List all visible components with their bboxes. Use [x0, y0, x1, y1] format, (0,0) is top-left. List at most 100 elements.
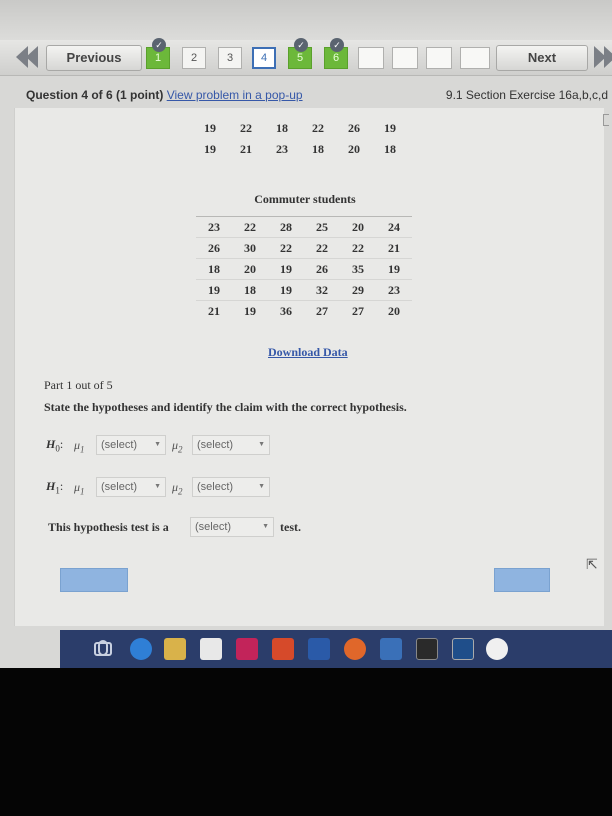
table-cell: 19 — [232, 300, 268, 322]
select-placeholder: (select) — [101, 439, 138, 451]
chevron-app-icon[interactable] — [416, 638, 438, 660]
commuter-data-table: 23 22 28 25 20 24 26 30 22 22 22 21 18 2… — [196, 216, 412, 322]
table-cell: 20 — [348, 142, 360, 156]
question-header: Question 4 of 6 (1 point) View problem i… — [14, 78, 612, 106]
chevron-down-icon: ▼ — [258, 483, 265, 490]
table-cell: 25 — [304, 216, 340, 238]
screen-bezel — [0, 626, 60, 668]
question-4-box[interactable]: 4 — [252, 47, 276, 69]
table-cell: 23 — [196, 216, 232, 238]
question-box-empty — [392, 47, 418, 69]
question-3-box[interactable]: 3 — [218, 47, 242, 69]
h1-label: H1: — [46, 479, 63, 495]
question-label: Question 4 of 6 (1 point) — [26, 88, 164, 102]
next-button[interactable]: Next — [496, 45, 588, 71]
table-cell: 23 — [276, 142, 288, 156]
media-icon[interactable] — [236, 638, 258, 660]
table-cell: 21 — [376, 237, 412, 259]
question-1-box[interactable]: ✓ 1 — [146, 38, 170, 69]
microphone-icon[interactable] — [98, 640, 108, 656]
table-cell: 27 — [340, 300, 376, 322]
h0-claim-select[interactable]: (select) ▼ — [192, 435, 270, 455]
h-symbol: H — [46, 479, 56, 493]
table-cell: 29 — [340, 279, 376, 301]
table-cell: 18 — [312, 142, 324, 156]
table-cell: 30 — [232, 237, 268, 259]
commuter-table-title: Commuter students — [254, 192, 356, 206]
select-placeholder: (select) — [197, 481, 234, 493]
test-type-line: This hypothesis test is a — [48, 520, 169, 535]
test-type-select[interactable]: (select) ▼ — [190, 517, 274, 537]
question-number: 6 — [332, 52, 340, 64]
table-cell: 36 — [268, 300, 304, 322]
table-cell: 20 — [340, 216, 376, 238]
table-cell: 22 — [268, 237, 304, 259]
select-placeholder: (select) — [195, 521, 232, 533]
download-data-link[interactable]: Download Data — [268, 345, 348, 360]
table-row: 21 19 36 27 27 20 — [196, 300, 412, 322]
table-cell: 22 — [232, 216, 268, 238]
action-button-left[interactable] — [60, 568, 128, 592]
table-cell: 18 — [232, 279, 268, 301]
chevron-down-icon: ▼ — [154, 483, 161, 490]
h0-operator-select[interactable]: (select) ▼ — [96, 435, 166, 455]
table-cell: 19 — [376, 258, 412, 280]
table-cell: 35 — [340, 258, 376, 280]
question-number: 4 — [260, 52, 268, 64]
table-cell: 22 — [304, 237, 340, 259]
question-box-empty — [358, 47, 384, 69]
table-row: 19 22 18 22 26 19 — [192, 118, 408, 139]
mu1-symbol: μ1 — [74, 480, 85, 496]
mu-subscript: 2 — [178, 486, 183, 497]
table-cell: 22 — [340, 237, 376, 259]
h-symbol: H — [46, 437, 56, 451]
question-navbar: Previous ✓ 1 2 3 4 ✓ 5 ✓ 6 Next — [0, 38, 612, 76]
cursor-icon: ⇱ — [586, 556, 598, 572]
mu2-symbol: μ2 — [172, 438, 183, 454]
first-question-arrow-icon[interactable] — [16, 46, 42, 68]
table-row: 23 22 28 25 20 24 — [196, 216, 412, 238]
mail-app-icon[interactable] — [380, 638, 402, 660]
question-5-box[interactable]: ✓ 5 — [288, 38, 312, 69]
last-question-arrow-icon[interactable] — [592, 46, 612, 68]
question-box-empty — [460, 47, 490, 69]
top-data-table: 19 22 18 22 26 19 19 21 23 18 20 18 — [192, 118, 408, 160]
scroll-handle[interactable] — [603, 114, 609, 126]
screen-bottom-bezel — [0, 668, 612, 816]
h1-claim-select[interactable]: (select) ▼ — [192, 477, 270, 497]
file-explorer-icon[interactable] — [164, 638, 186, 660]
part-label: Part 1 out of 5 — [44, 378, 113, 392]
table-cell: 18 — [196, 258, 232, 280]
table-cell: 19 — [384, 121, 396, 135]
popup-link[interactable]: View problem in a pop-up — [167, 88, 303, 102]
question-box-empty — [426, 47, 452, 69]
check-icon: ✓ — [152, 38, 166, 52]
screen-top-bezel — [0, 0, 612, 40]
table-row: 18 20 19 26 35 19 — [196, 258, 412, 280]
question-number: 5 — [296, 52, 304, 64]
check-icon: ✓ — [294, 38, 308, 52]
store-icon[interactable] — [200, 638, 222, 660]
table-cell: 28 — [268, 216, 304, 238]
app-icon[interactable] — [272, 638, 294, 660]
table-cell: 19 — [196, 279, 232, 301]
question-6-box[interactable]: ✓ 6 — [324, 38, 348, 69]
table-cell: 21 — [240, 142, 252, 156]
firefox-icon[interactable] — [344, 638, 366, 660]
previous-button[interactable]: Previous — [46, 45, 142, 71]
h1-operator-select[interactable]: (select) ▼ — [96, 477, 166, 497]
table-cell: 19 — [204, 142, 216, 156]
mail-icon[interactable] — [452, 638, 474, 660]
table-cell: 22 — [312, 121, 324, 135]
question-2-box[interactable]: 2 — [182, 47, 206, 69]
action-button-right[interactable] — [494, 568, 550, 592]
mu-subscript: 1 — [80, 486, 85, 497]
chrome-icon[interactable] — [486, 638, 508, 660]
part-instruction: State the hypotheses and identify the cl… — [44, 400, 407, 414]
mu-subscript: 1 — [80, 444, 85, 455]
table-cell: 26 — [196, 237, 232, 259]
table-cell: 22 — [240, 121, 252, 135]
word-icon[interactable] — [308, 638, 330, 660]
edge-icon[interactable] — [130, 638, 152, 660]
table-cell: 23 — [376, 279, 412, 301]
